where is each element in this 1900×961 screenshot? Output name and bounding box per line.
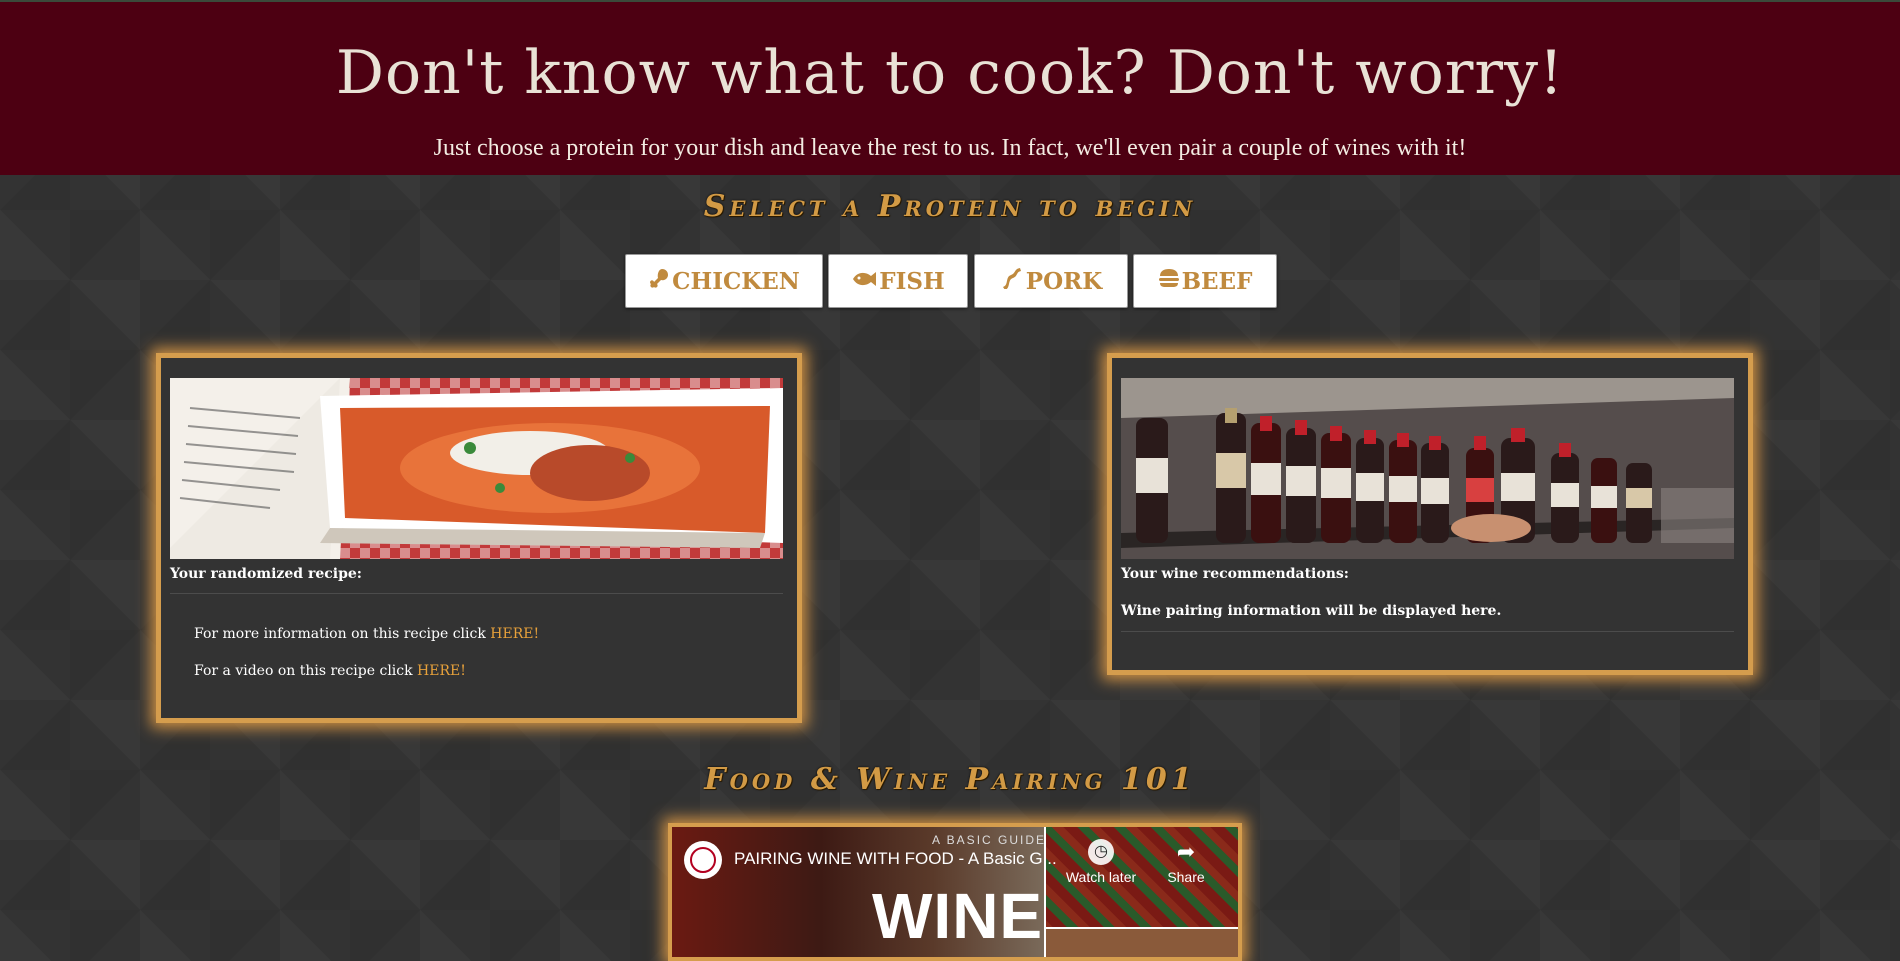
chicken-label: CHICKEN [672, 267, 800, 295]
recipe-video-line: For a video on this recipe click HERE! [194, 663, 466, 679]
recipe-label: Your randomized recipe: [170, 566, 362, 582]
recipe-video-link[interactable]: HERE! [417, 663, 466, 679]
page-title: Don't know what to cook? Don't worry! [335, 38, 1565, 108]
wine-image [1121, 378, 1734, 559]
drumstick-icon [648, 267, 670, 295]
page-subtitle: Just choose a protein for your dish and … [433, 135, 1467, 161]
share-button[interactable]: ➦ Share [1156, 839, 1216, 885]
watch-later-button[interactable]: ◷ Watch later [1056, 839, 1146, 885]
bacon-icon [1000, 267, 1024, 295]
video-guide-text: A BASIC GUIDE [932, 833, 1047, 847]
share-label: Share [1167, 869, 1205, 885]
wine-divider [1121, 631, 1734, 632]
beef-label: BEEF [1181, 267, 1253, 295]
recipe-divider [170, 593, 783, 594]
watch-later-label: Watch later [1065, 869, 1137, 885]
share-icon: ➦ [1176, 839, 1196, 864]
pairing-heading: Food & Wine Pairing 101 [704, 762, 1196, 797]
clock-icon: ◷ [1088, 839, 1114, 865]
wine-label: Your wine recommendations: [1121, 566, 1349, 582]
wine-card: Your wine recommendations: Wine pairing … [1107, 353, 1753, 675]
recipe-info-line: For more information on this recipe clic… [194, 626, 539, 642]
pork-label: PORK [1025, 267, 1103, 295]
video-divider-horizontal [1046, 927, 1238, 929]
wine-placeholder: Wine pairing information will be display… [1121, 603, 1502, 619]
select-protein-heading: Select a Protein to begin [703, 189, 1197, 224]
video-player[interactable]: A BASIC GUIDE WINE PAIRING WINE WITH FOO… [668, 823, 1242, 961]
chicken-button[interactable]: CHICKEN [625, 254, 823, 308]
video-side-thumbnail-bottom [1046, 929, 1238, 957]
recipe-video-text: For a video on this recipe click [194, 663, 418, 679]
pork-button[interactable]: PORK [974, 254, 1128, 308]
video-title[interactable]: PAIRING WINE WITH FOOD - A Basic G... [734, 849, 1057, 869]
fish-icon [851, 268, 877, 294]
channel-avatar[interactable] [684, 841, 722, 879]
recipe-card: Your randomized recipe: For more informa… [156, 353, 802, 723]
recipe-image [170, 378, 783, 559]
hamburger-icon [1158, 267, 1180, 295]
hero-banner: Don't know what to cook? Don't worry! Ju… [0, 2, 1900, 175]
recipe-info-text: For more information on this recipe clic… [194, 626, 491, 642]
video-overlay-word: WINE [872, 880, 1044, 952]
fish-button[interactable]: FISH [828, 254, 968, 308]
beef-button[interactable]: BEEF [1133, 254, 1277, 308]
fish-label: FISH [879, 267, 945, 295]
recipe-info-link[interactable]: HERE! [490, 626, 539, 642]
